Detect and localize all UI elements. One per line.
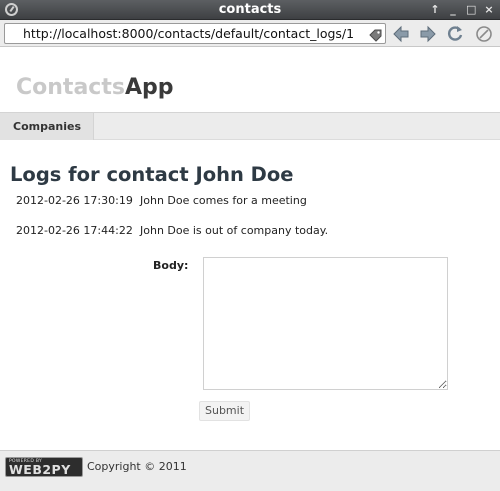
log-entry: 2012-02-26 17:44:22 John Doe is out of co…	[16, 224, 328, 238]
window-controls: ↑ _ □ ×	[430, 2, 494, 18]
close-button[interactable]: ×	[484, 2, 494, 18]
log-timestamp: 2012-02-26 17:30:19	[16, 194, 133, 207]
log-timestamp: 2012-02-26 17:44:22	[16, 224, 133, 237]
back-arrow-icon[interactable]	[391, 24, 411, 44]
body-label: Body:	[153, 259, 189, 272]
reload-icon[interactable]	[445, 24, 465, 44]
window-titlebar: contacts ↑ _ □ ×	[0, 0, 500, 20]
copyright-text: Copyright © 2011	[87, 460, 187, 473]
logo-web2py: WEB2PY	[9, 462, 71, 477]
tag-icon[interactable]	[369, 27, 383, 42]
menu-item-companies[interactable]: Companies	[0, 113, 94, 140]
window-title: contacts	[218, 2, 282, 17]
brand-contacts: Contacts	[16, 75, 125, 100]
stop-icon[interactable]	[474, 24, 494, 44]
keep-above-button[interactable]: ↑	[430, 2, 440, 18]
main-menu: Companies	[0, 113, 500, 140]
submit-button[interactable]: Submit	[199, 401, 250, 421]
log-message: John Doe comes for a meeting	[140, 194, 307, 207]
footer: POWERED BY WEB2PY Copyright © 2011	[0, 450, 500, 491]
web2py-logo[interactable]: POWERED BY WEB2PY	[5, 457, 83, 477]
browser-toolbar: http://localhost:8000/contacts/default/c…	[0, 20, 500, 47]
log-entry: 2012-02-26 17:30:19 John Doe comes for a …	[16, 194, 307, 208]
url-bar[interactable]: http://localhost:8000/contacts/default/c…	[4, 23, 386, 44]
page-title: Logs for contact John Doe	[10, 163, 294, 186]
url-text[interactable]: http://localhost:8000/contacts/default/c…	[23, 26, 365, 42]
maximize-button[interactable]: □	[466, 2, 476, 18]
body-textarea[interactable]	[203, 257, 448, 390]
log-message: John Doe is out of company today.	[140, 224, 329, 237]
brand-app: App	[124, 75, 174, 100]
minimize-button[interactable]: _	[448, 2, 458, 18]
forward-arrow-icon[interactable]	[418, 24, 438, 44]
app-brand[interactable]: ContactsApp	[16, 74, 173, 102]
